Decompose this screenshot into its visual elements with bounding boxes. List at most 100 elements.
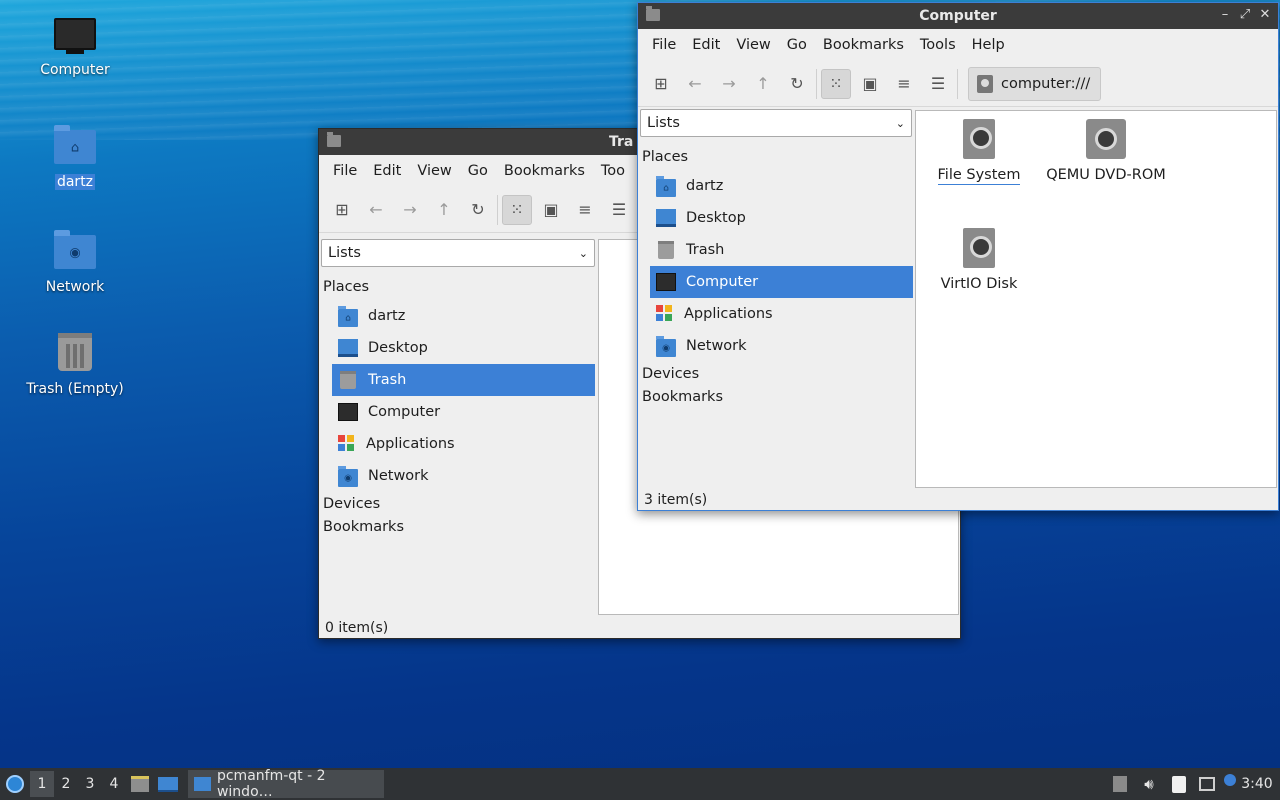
menu-go[interactable]: Go <box>460 163 496 179</box>
desktop-icon-dartz[interactable]: ⌂ dartz <box>15 125 135 190</box>
detailed-list-view-icon[interactable]: ☰ <box>923 69 953 99</box>
icon-view-icon[interactable]: ⁙ <box>821 68 851 99</box>
menu-view[interactable]: View <box>728 37 778 53</box>
menu-help[interactable]: Help <box>964 37 1013 53</box>
side-pane-mode-select[interactable]: Lists ⌄ <box>640 109 912 137</box>
side-pane: Lists ⌄ Places ⌂ dartz Desktop Trash Com… <box>321 239 595 538</box>
device-item-virtio-disk[interactable]: VirtIO Disk <box>914 228 1044 292</box>
compact-view-icon[interactable]: ≡ <box>889 69 919 99</box>
place-item-applications[interactable]: Applications <box>332 428 595 460</box>
device-item-file-system[interactable]: File System <box>914 119 1044 185</box>
network-folder-icon: ◉ <box>53 230 97 273</box>
back-arrow-icon[interactable]: ← <box>361 195 391 225</box>
close-icon[interactable]: ✕ <box>1256 7 1274 22</box>
desktop-icon-label: Computer <box>40 62 110 78</box>
menu-edit[interactable]: Edit <box>684 37 728 53</box>
taskbar-window-button[interactable]: pcmanfm-qt - 2 windo… <box>188 768 384 800</box>
window-titlebar[interactable]: Computer – ⤢ ✕ <box>638 3 1278 29</box>
toolbar-separator <box>497 194 498 225</box>
device-item-qemu-dvd-rom[interactable]: QEMU DVD-ROM <box>1041 119 1171 183</box>
forward-arrow-icon[interactable]: → <box>395 195 425 225</box>
up-arrow-icon[interactable]: ↑ <box>429 195 459 225</box>
detailed-list-view-icon[interactable]: ☰ <box>604 195 634 225</box>
desktop-switch-2[interactable]: 2 <box>54 771 78 797</box>
show-desktop-icon[interactable] <box>154 768 182 800</box>
desktop-switch-4[interactable]: 4 <box>102 771 126 797</box>
place-item-dartz[interactable]: ⌂ dartz <box>650 170 913 202</box>
place-item-trash[interactable]: Trash <box>650 234 913 266</box>
back-arrow-icon[interactable]: ← <box>680 69 710 99</box>
status-bar-text: 3 item(s) <box>644 492 708 508</box>
applications-icon <box>338 435 356 453</box>
desktop-icon-label: dartz <box>54 174 96 190</box>
bookmarks-header[interactable]: Bookmarks <box>321 515 595 538</box>
app-menu-icon[interactable] <box>0 768 30 800</box>
menu-bookmarks[interactable]: Bookmarks <box>815 37 912 53</box>
folder-icon <box>327 132 341 147</box>
forward-arrow-icon[interactable]: → <box>714 69 744 99</box>
place-item-trash[interactable]: Trash <box>332 364 595 396</box>
menu-file[interactable]: File <box>644 37 684 53</box>
place-label: Network <box>368 468 429 484</box>
computer-icon <box>338 403 358 421</box>
file-manager-launcher-icon[interactable] <box>126 768 154 800</box>
compact-view-icon[interactable]: ≡ <box>570 195 600 225</box>
path-bar[interactable]: computer:/// <box>968 66 1102 101</box>
maximize-icon[interactable]: ⤢ <box>1236 7 1254 22</box>
computer-window[interactable]: Computer – ⤢ ✕ File Edit View Go Bookmar… <box>637 2 1279 511</box>
desktop-icon-label: Trash (Empty) <box>26 381 124 397</box>
menu-tools[interactable]: Tools <box>912 37 964 53</box>
place-item-dartz[interactable]: ⌂ dartz <box>332 300 595 332</box>
place-item-applications[interactable]: Applications <box>650 298 913 330</box>
new-tab-icon[interactable]: ⊞ <box>646 69 676 99</box>
devices-header[interactable]: Devices <box>640 362 912 385</box>
desktop-icon-computer[interactable]: Computer <box>15 18 135 78</box>
menu-go[interactable]: Go <box>779 37 815 53</box>
thumbnail-view-icon[interactable]: ▣ <box>536 195 566 225</box>
eject-icon[interactable] <box>1106 768 1134 800</box>
desktop-icon-trash[interactable]: Trash (Empty) <box>15 333 135 397</box>
side-pane-mode-value: Lists <box>328 245 361 261</box>
bookmarks-header[interactable]: Bookmarks <box>640 385 912 408</box>
taskbar: 1 2 3 4 pcmanfm-qt - 2 windo… 🔊︎ 3:40 <box>0 768 1280 800</box>
notification-icon[interactable] <box>1220 768 1240 800</box>
chevron-down-icon: ⌄ <box>578 246 588 260</box>
menu-tools[interactable]: Too <box>593 163 633 179</box>
place-label: Trash <box>686 242 725 258</box>
side-pane-mode-select[interactable]: Lists ⌄ <box>321 239 595 267</box>
icon-view-icon[interactable]: ⁙ <box>502 194 532 225</box>
thumbnail-view-icon[interactable]: ▣ <box>855 69 885 99</box>
file-view[interactable]: File System QEMU DVD-ROM VirtIO Disk <box>915 110 1277 488</box>
up-arrow-icon[interactable]: ↑ <box>748 69 778 99</box>
places-header[interactable]: Places <box>640 145 912 168</box>
reload-icon[interactable]: ↻ <box>782 69 812 99</box>
places-header[interactable]: Places <box>321 275 595 298</box>
menu-edit[interactable]: Edit <box>365 163 409 179</box>
place-item-network[interactable]: ◉ Network <box>332 460 595 492</box>
network-status-icon[interactable] <box>1194 768 1220 800</box>
minimize-icon[interactable]: – <box>1216 7 1234 22</box>
toolbar-separator <box>957 68 958 99</box>
new-tab-icon[interactable]: ⊞ <box>327 195 357 225</box>
place-label: Trash <box>368 372 407 388</box>
place-item-desktop[interactable]: Desktop <box>650 202 913 234</box>
clipboard-icon[interactable] <box>1164 768 1194 800</box>
menubar: File Edit View Go Bookmarks Tools Help <box>638 29 1278 61</box>
menu-view[interactable]: View <box>409 163 459 179</box>
toolbar: ⊞ ← → ↑ ↻ ⁙ ▣ ≡ ☰ computer:/// <box>638 61 1278 107</box>
devices-header[interactable]: Devices <box>321 492 595 515</box>
place-item-network[interactable]: ◉ Network <box>650 330 913 362</box>
desktop-icon-network[interactable]: ◉ Network <box>15 230 135 295</box>
place-label: Desktop <box>686 210 746 226</box>
place-item-desktop[interactable]: Desktop <box>332 332 595 364</box>
desktop-icon-label: Network <box>45 279 105 295</box>
menu-bookmarks[interactable]: Bookmarks <box>496 163 593 179</box>
volume-icon[interactable]: 🔊︎ <box>1134 768 1164 800</box>
place-item-computer[interactable]: Computer <box>332 396 595 428</box>
place-item-computer[interactable]: Computer <box>650 266 913 298</box>
clock[interactable]: 3:40 <box>1240 768 1280 800</box>
menu-file[interactable]: File <box>325 163 365 179</box>
reload-icon[interactable]: ↻ <box>463 195 493 225</box>
desktop-switch-3[interactable]: 3 <box>78 771 102 797</box>
desktop-switch-1[interactable]: 1 <box>30 771 54 797</box>
